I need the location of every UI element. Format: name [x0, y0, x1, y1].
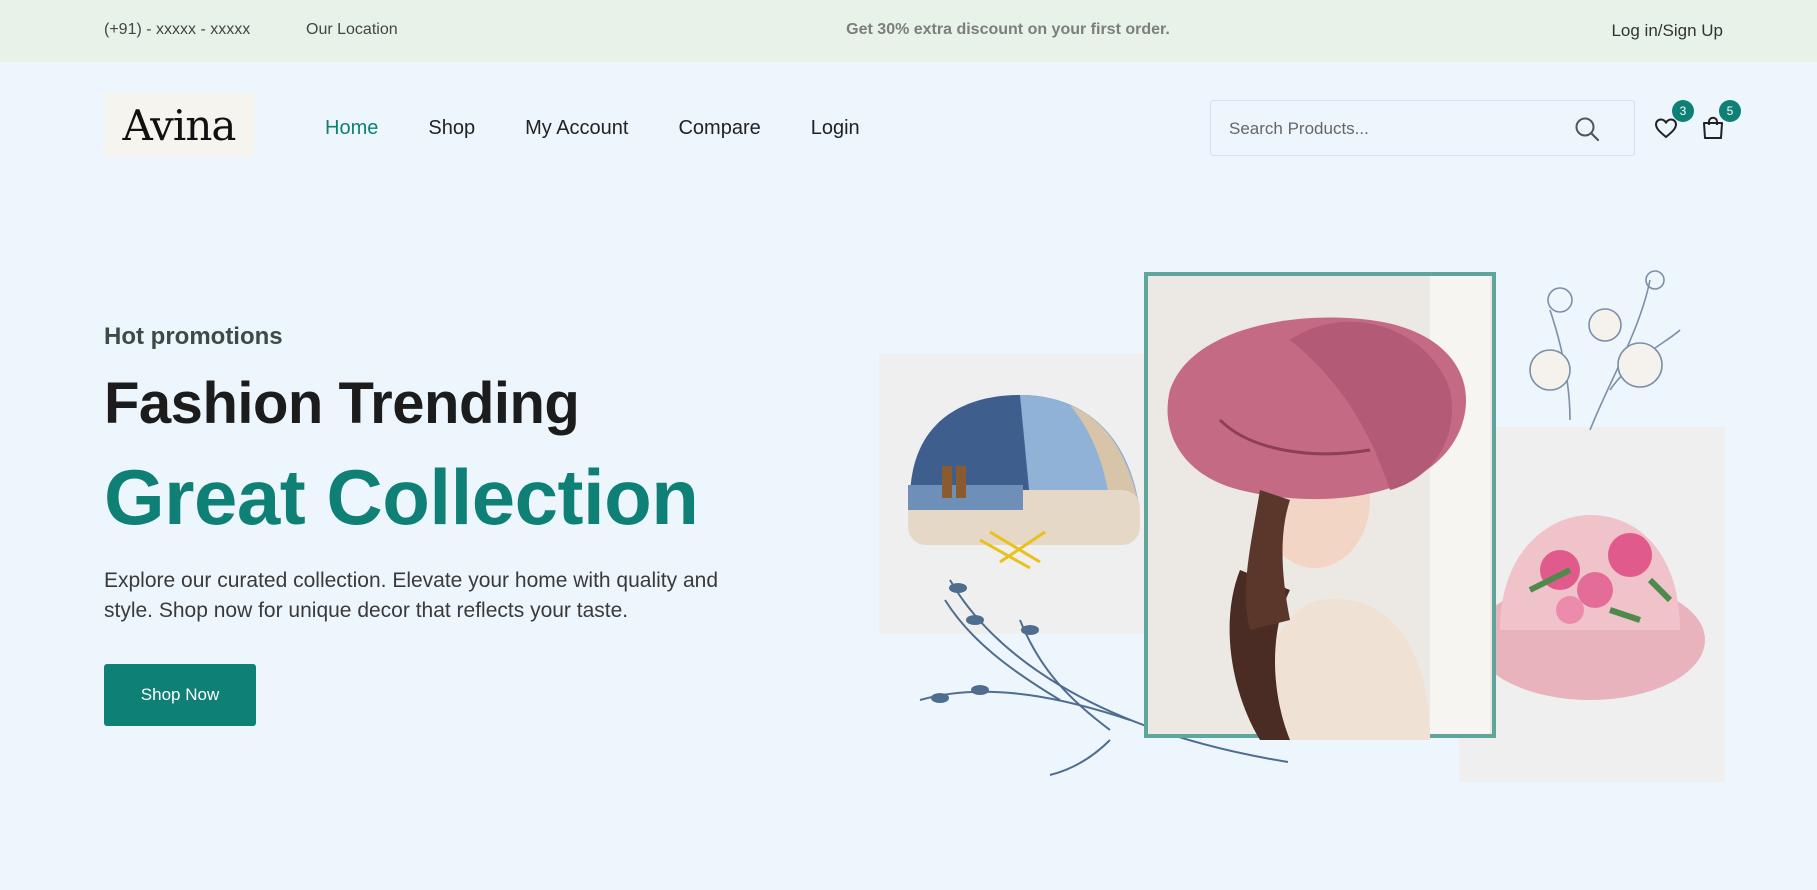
- hero-subtitle: Great Collection: [104, 453, 699, 541]
- login-signup-link[interactable]: Log in/Sign Up: [1611, 21, 1723, 41]
- main-nav: Home Shop My Account Compare Login: [325, 117, 860, 140]
- cart-count-badge: 5: [1719, 100, 1741, 122]
- nav-home[interactable]: Home: [325, 117, 378, 140]
- hero-description: Explore our curated collection. Elevate …: [104, 569, 719, 622]
- hero-title: Fashion Trending: [104, 371, 580, 436]
- nav-shop[interactable]: Shop: [428, 117, 475, 140]
- model-in-pink-hat-image: [1144, 272, 1496, 740]
- top-bar: (+91) - xxxxx - xxxxx Our Location Get 3…: [0, 0, 1817, 62]
- shop-now-button[interactable]: Shop Now: [104, 664, 256, 726]
- nav-my-account[interactable]: My Account: [525, 117, 628, 140]
- pink-floral-hat-image: [1459, 427, 1725, 782]
- wishlist-count-badge: 3: [1672, 100, 1694, 122]
- wishlist-button[interactable]: 3: [1652, 100, 1694, 142]
- search-icon[interactable]: [1574, 116, 1600, 142]
- denim-cap-image: [879, 354, 1147, 634]
- hero-eyebrow: Hot promotions: [104, 323, 283, 350]
- hero-image-collage: [879, 270, 1725, 782]
- flower-sketch: [1529, 270, 1681, 431]
- search-input[interactable]: [1229, 117, 1559, 141]
- nav-login[interactable]: Login: [811, 117, 860, 140]
- promo-banner-text: Get 30% extra discount on your first ord…: [846, 21, 1170, 38]
- cart-button[interactable]: 5: [1699, 100, 1741, 142]
- nav-compare[interactable]: Compare: [678, 117, 760, 140]
- search-box: [1210, 100, 1635, 156]
- site-logo[interactable]: Avina: [104, 93, 254, 157]
